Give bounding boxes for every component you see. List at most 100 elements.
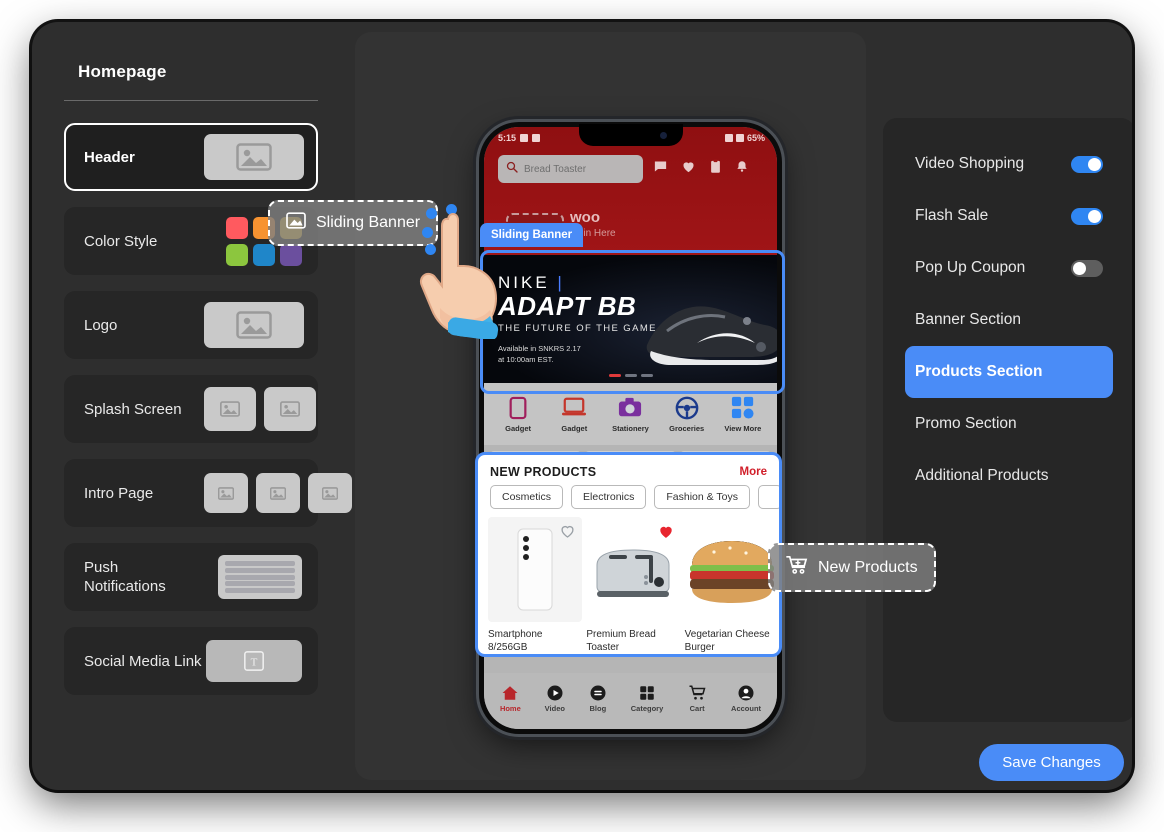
bell-icon[interactable] [735, 159, 749, 179]
sidebar-item-social-media-link[interactable]: Social Media Link T [64, 627, 318, 695]
sidebar-divider [64, 100, 318, 101]
row-label: Banner Section [915, 311, 1021, 328]
sidebar-item-header[interactable]: Header [64, 123, 318, 191]
brand-text: woo [570, 209, 600, 226]
tab-electronics[interactable]: Electronics [571, 485, 647, 509]
camera-icon [619, 397, 642, 416]
tab-cosmetics[interactable]: Cosmetics [490, 485, 564, 509]
category-item[interactable]: Gadget [492, 396, 544, 433]
drag-chip-new-products[interactable]: New Products [768, 543, 936, 592]
image-icon [308, 473, 352, 513]
phone-bottom-nav: Home Video Blog Category Cart Account [484, 673, 777, 729]
chat-icon[interactable] [653, 159, 668, 179]
section-title: NEW PRODUCTS [490, 465, 597, 479]
home-icon [502, 685, 518, 700]
sidebar-item-label: Logo [84, 316, 118, 334]
product-card-burger[interactable]: Vegetarian Cheese Burger [684, 517, 779, 654]
row-promo-section[interactable]: Promo Section [905, 398, 1113, 450]
toggle-pop-up-coupon[interactable] [1071, 259, 1103, 277]
sidebar-item-intro-page[interactable]: Intro Page [64, 459, 352, 527]
sidebar-item-splash-screen[interactable]: Splash Screen [64, 375, 318, 443]
category-item[interactable]: Gadget [548, 396, 600, 433]
play-icon [547, 685, 563, 700]
product-image [684, 517, 779, 622]
drag-chip-label: New Products [818, 558, 918, 576]
text-icon: T [206, 640, 302, 682]
search-input[interactable]: Bread Toaster [498, 155, 643, 183]
login-text[interactable]: login Here [570, 228, 777, 239]
search-placeholder: Bread Toaster [524, 163, 587, 175]
category-label: Groceries [669, 423, 705, 433]
row-additional-products[interactable]: Additional Products [905, 450, 1113, 502]
sidebar-item-logo[interactable]: Logo [64, 291, 318, 359]
swatch-green[interactable] [226, 243, 248, 266]
nav-account[interactable]: Account [731, 684, 761, 713]
swatch-purple[interactable] [280, 243, 302, 266]
highlight-sliding-banner[interactable]: Sliding Banner [480, 223, 785, 394]
phone-icon [509, 396, 527, 419]
category-label: Stationery [612, 423, 649, 433]
row-label: Promo Section [915, 415, 1017, 432]
image-icon [204, 302, 304, 348]
image-icon [264, 387, 316, 431]
sidebar-item-label: Push Notifications [84, 559, 166, 595]
account-icon [738, 685, 754, 700]
row-video-shopping[interactable]: Video Shopping [905, 138, 1113, 190]
nav-blog[interactable]: Blog [589, 684, 607, 713]
nav-cart[interactable]: Cart [687, 684, 707, 713]
row-products-section[interactable]: Products Section [905, 346, 1113, 398]
heart-icon[interactable] [681, 159, 696, 179]
signal-icon [735, 134, 744, 142]
tab-fashion-toys[interactable]: Fashion & Toys [654, 485, 750, 509]
nav-video[interactable]: Video [545, 684, 565, 713]
row-label: Products Section [915, 363, 1043, 380]
search-icon [506, 160, 518, 178]
page-title: Homepage [78, 62, 167, 81]
favorite-icon[interactable] [657, 523, 675, 545]
nav-category[interactable]: Category [631, 684, 663, 713]
product-name: Premium Bread Toaster [586, 629, 656, 653]
steering-wheel-icon [675, 396, 699, 419]
nav-home[interactable]: Home [500, 684, 521, 713]
product-name: Vegetarian Cheese Burger [684, 629, 770, 653]
thumbnail-group [204, 473, 352, 513]
more-link[interactable]: More [740, 466, 767, 478]
product-card-smartphone[interactable]: Smartphone 8/256GB [488, 517, 583, 654]
image-icon [204, 387, 256, 431]
save-changes-button[interactable]: Save Changes [979, 744, 1124, 781]
product-name: Smartphone 8/256GB [488, 629, 543, 653]
status-icon [532, 134, 541, 142]
status-icon [520, 134, 529, 142]
cart-icon [689, 685, 706, 700]
highlight-new-products[interactable]: New Products NEW PRODUCTS More Cosmetics… [475, 452, 782, 657]
thumbnail-group [204, 302, 304, 348]
category-item[interactable]: Groceries [661, 396, 713, 433]
toggle-flash-sale[interactable] [1071, 207, 1103, 225]
category-label: Gadget [505, 423, 532, 433]
sidebar-item-push-notifications[interactable]: Push Notifications [64, 543, 318, 611]
toggle-video-shopping[interactable] [1071, 155, 1103, 173]
sidebar-item-label: Splash Screen [84, 400, 182, 418]
category-item[interactable]: View More [717, 396, 769, 433]
image-icon [256, 473, 300, 513]
category-item[interactable]: Stationery [604, 396, 656, 433]
category-tabs: Cosmetics Electronics Fashion & Toys [478, 485, 779, 517]
image-icon [204, 473, 248, 513]
product-list: Smartphone 8/256GB Premium Bread Toaster… [478, 517, 779, 654]
lines-icon [218, 555, 302, 599]
app-window: Homepage Header Color Style Logo Splash … [32, 22, 1132, 790]
swatch-red[interactable] [226, 216, 248, 239]
battery-percent: 65% [746, 133, 765, 143]
clipboard-icon[interactable] [709, 159, 722, 179]
sidebar-item-label: Social Media Link [84, 652, 202, 670]
favorite-icon[interactable] [559, 523, 576, 544]
tab-next-partial[interactable] [757, 485, 779, 509]
row-banner-section[interactable]: Banner Section [905, 294, 1113, 346]
row-pop-up-coupon[interactable]: Pop Up Coupon [905, 242, 1113, 294]
product-card-toaster[interactable]: Premium Bread Toaster [586, 517, 681, 654]
svg-text:T: T [251, 657, 258, 669]
swatch-blue[interactable] [253, 243, 275, 266]
sidebar-item-label: Intro Page [84, 484, 154, 502]
image-icon [286, 212, 306, 234]
row-flash-sale[interactable]: Flash Sale [905, 190, 1113, 242]
